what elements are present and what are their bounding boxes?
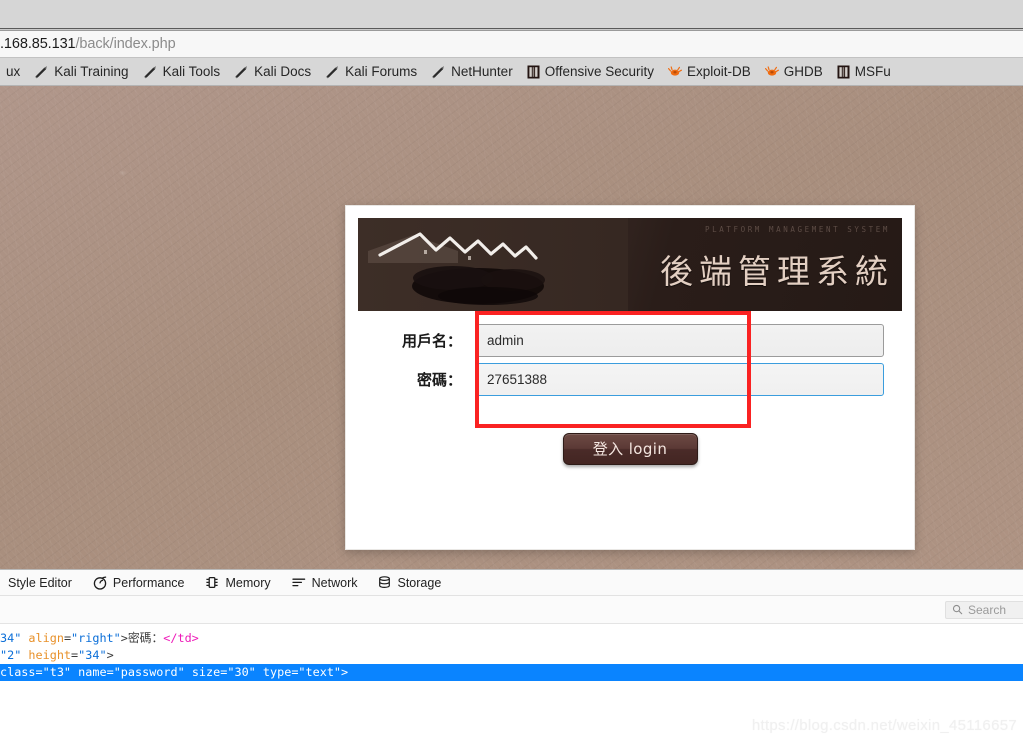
url-path: /back/index.php [75, 36, 176, 52]
markup-line[interactable]: "2" height="34"> [0, 647, 1023, 664]
url-host: .168.85.131 [0, 36, 76, 52]
bookmark-item-nethunter[interactable]: NetHunter [425, 62, 521, 81]
devtools-search-box[interactable]: Search [945, 600, 1023, 619]
markup-token-tag: </td> [163, 631, 199, 645]
markup-token-val: "text" [298, 665, 342, 679]
username-label: 用戶名： [401, 331, 462, 350]
markup-token-txt: = [63, 631, 72, 645]
bookmark-item-ux[interactable]: ux [0, 62, 28, 81]
network-lines-icon [291, 578, 305, 587]
bookmark-label: GHDB [783, 64, 823, 79]
dragon-icon [143, 65, 156, 78]
search-icon [952, 604, 963, 615]
dragon-icon [235, 65, 247, 78]
devtools-search-placeholder: Search [968, 602, 1007, 617]
devtools-tab-memory[interactable]: Memory [197, 570, 283, 596]
markup-line[interactable]: 34" align="right">密碼：</td> [0, 630, 1023, 647]
devtools-panel: Style Editor Performance Memory Network Stor… [0, 569, 1023, 742]
markup-token-attr: class [0, 665, 36, 679]
page-viewport: PLATFORM MANAGEMENT SYSTEM 後端管理系統 用戶名： 密… [0, 86, 1023, 569]
dragon-icon [432, 65, 444, 78]
site-banner: PLATFORM MANAGEMENT SYSTEM 後端管理系統 [358, 218, 902, 311]
banner-title: 後端管理系統 [660, 252, 894, 291]
markup-token-val: "2" [0, 648, 22, 662]
address-bar-text: .168.85.131/back/index.php [0, 36, 176, 52]
markup-token-txt [185, 665, 192, 679]
login-form: 用戶名： 密碼： 登入 login [346, 311, 914, 465]
markup-token-txt: > [106, 648, 114, 662]
bookmark-label: Kali Training [54, 64, 129, 79]
markup-token-val: "t3" [42, 665, 72, 679]
bookmark-label: ux [6, 64, 21, 79]
bookmark-item-kali-docs[interactable]: Kali Docs [228, 62, 319, 81]
markup-token-val: 34" [0, 631, 22, 645]
devtools-markup-view[interactable]: 34" align="right">密碼：</td> "2" height="34… [0, 624, 1023, 681]
markup-token-attr: name [78, 665, 107, 679]
stopwatch-icon [93, 575, 107, 590]
shield-icon [837, 65, 850, 78]
markup-token-attr: size [191, 665, 221, 679]
markup-line-selected[interactable]: class="t3" name="password" size="30" typ… [0, 664, 1023, 681]
markup-token-attr: align [28, 631, 64, 645]
field-row-username: 用戶名： [346, 323, 914, 357]
username-input[interactable] [476, 323, 884, 357]
bookmark-label: MSFu [854, 64, 891, 79]
devtools-tab-label: Memory [225, 575, 271, 590]
markup-token-val: "password" [113, 665, 185, 679]
database-icon [379, 576, 391, 589]
bug-icon [668, 65, 682, 76]
bookmark-item-msfu[interactable]: MSFu [831, 62, 899, 81]
markup-token-txt: = [35, 665, 43, 679]
devtools-tab-label: Style Editor [8, 575, 72, 590]
watermark-text: https://blog.csdn.net/weixin_45116657 [751, 717, 1017, 734]
bookmark-label: Kali Forums [345, 64, 418, 79]
bookmark-item-kali-training[interactable]: Kali Training [28, 62, 136, 81]
login-card: PLATFORM MANAGEMENT SYSTEM 後端管理系統 用戶名： 密… [345, 205, 915, 550]
devtools-tab-network[interactable]: Network [284, 570, 371, 596]
bookmarks-bar[interactable]: ux Kali Training Kali Tools Kali Docs Kali F… [0, 58, 1023, 86]
markup-token-txt: = [106, 665, 114, 679]
markup-token-attr: height [28, 648, 72, 662]
bookmark-label: Offensive Security [544, 64, 654, 79]
bookmark-item-kali-forums[interactable]: Kali Forums [319, 62, 425, 81]
devtools-tab-label: Storage [397, 575, 442, 590]
building-silhouette-icon [358, 218, 628, 311]
devtools-toolbar: Search [0, 596, 1023, 624]
field-row-password: 密碼： [346, 362, 914, 396]
banner-subtitle: PLATFORM MANAGEMENT SYSTEM [705, 225, 890, 234]
devtools-tab-storage[interactable]: Storage [370, 570, 454, 596]
bookmark-label: Kali Tools [162, 64, 221, 79]
markup-token-txt: >密碼： [120, 631, 164, 645]
dragon-icon [326, 65, 338, 78]
devtools-tab-performance[interactable]: Performance [85, 570, 198, 596]
bookmark-label: Kali Docs [254, 64, 312, 79]
devtools-tab-style-editor[interactable]: Style Editor [0, 570, 85, 596]
markup-token-val: "30" [227, 665, 256, 679]
address-bar[interactable]: .168.85.131/back/index.php [0, 31, 1023, 58]
memory-chip-icon [206, 576, 219, 589]
bookmark-item-offensive-security[interactable]: Offensive Security [521, 62, 662, 81]
bookmark-item-ghdb[interactable]: GHDB [759, 62, 831, 81]
shield-icon [527, 65, 540, 78]
bookmark-item-exploit-db[interactable]: Exploit-DB [662, 62, 759, 81]
browser-chrome: .168.85.131/back/index.php ux Kali Traini… [0, 0, 1023, 86]
password-label: 密碼： [416, 370, 462, 389]
bug-icon [764, 65, 779, 76]
bookmark-label: NetHunter [451, 64, 513, 79]
bookmark-item-kali-tools[interactable]: Kali Tools [137, 62, 229, 81]
devtools-tab-label: Network [311, 575, 358, 590]
markup-token-val: "34" [78, 648, 107, 662]
dragon-icon [35, 65, 48, 78]
password-input[interactable] [476, 362, 884, 396]
markup-token-txt [256, 665, 263, 679]
devtools-tabbar[interactable]: Style Editor Performance Memory Network Stor… [0, 570, 1023, 596]
devtools-tab-label: Performance [112, 575, 185, 590]
login-submit-button[interactable]: 登入 login [562, 433, 698, 465]
markup-token-txt: > [341, 665, 349, 679]
markup-token-attr: type [262, 665, 292, 679]
login-button-row: 登入 login [346, 433, 914, 465]
browser-tabstrip[interactable] [0, 0, 1023, 29]
markup-token-val: "right" [71, 631, 121, 645]
bookmark-label: Exploit-DB [687, 64, 751, 79]
